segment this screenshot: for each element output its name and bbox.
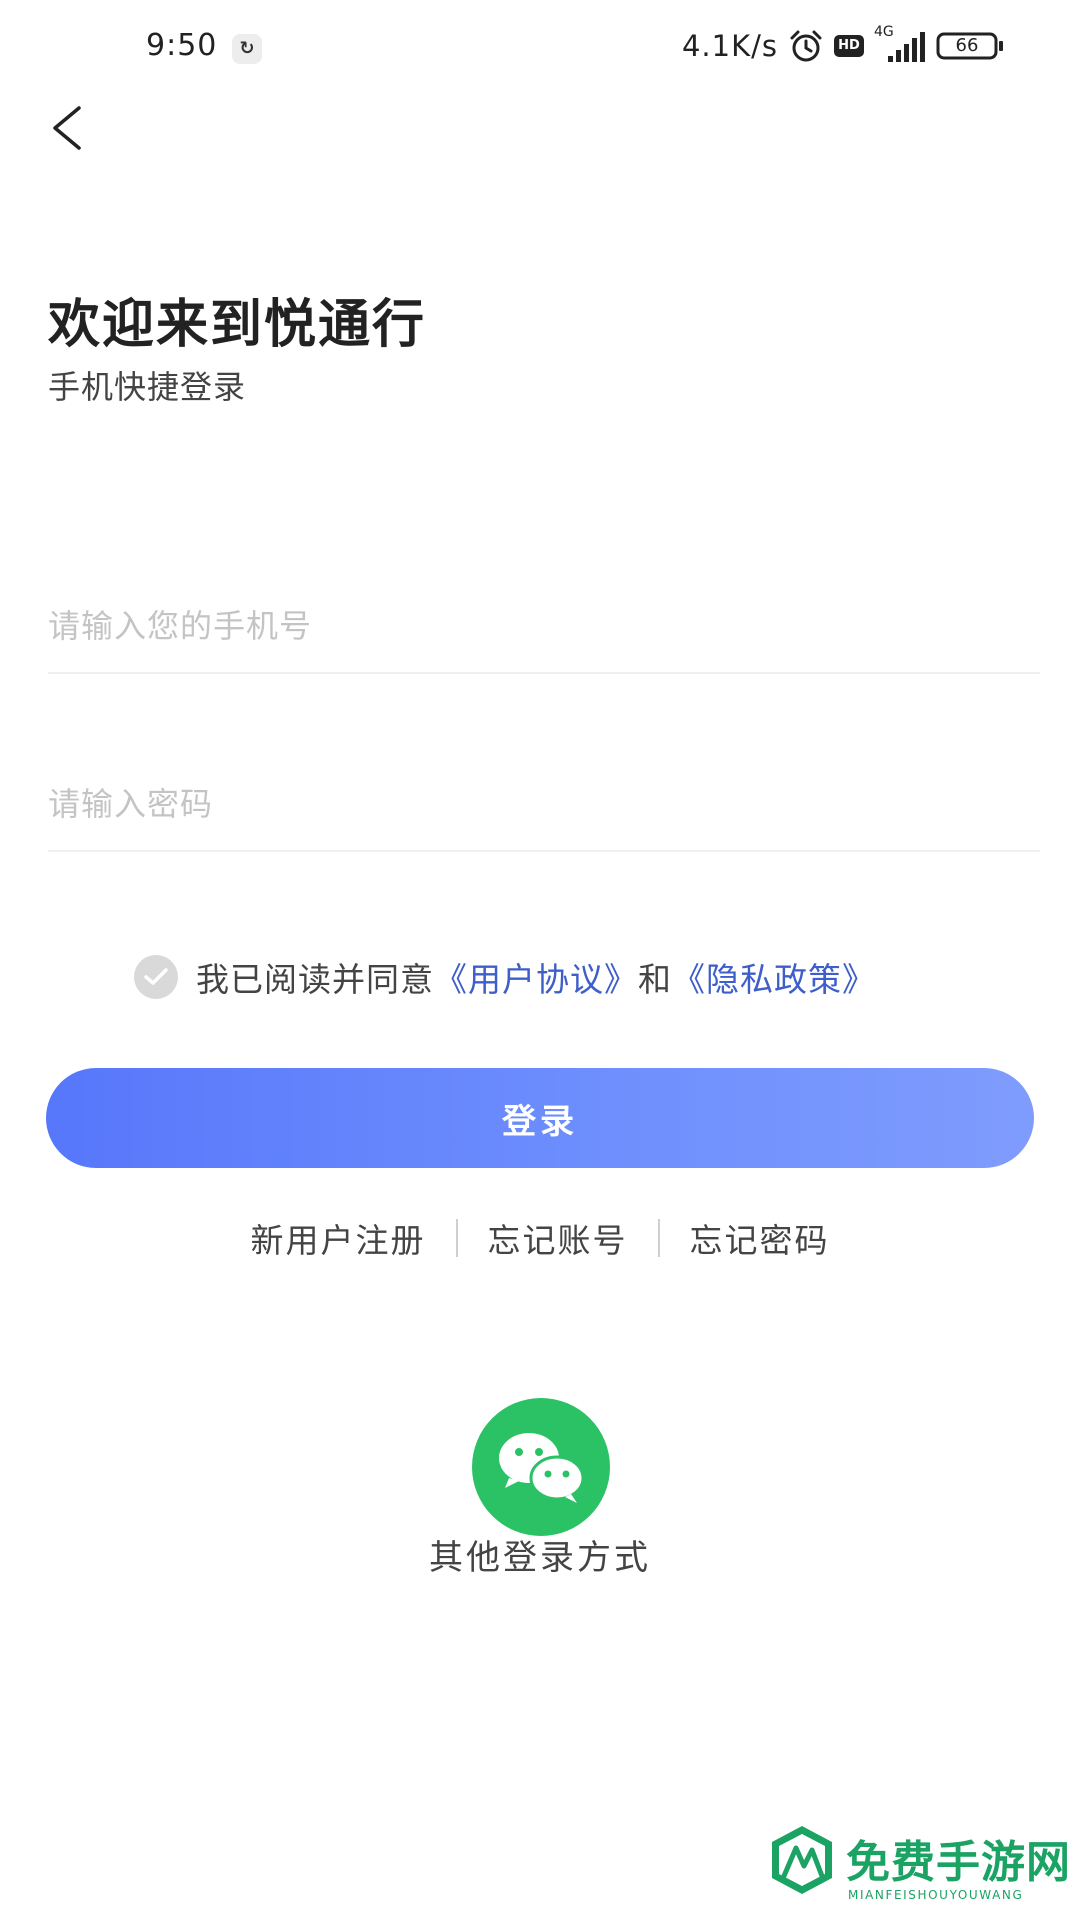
alarm-icon xyxy=(788,29,824,63)
other-login-label: 其他登录方式 xyxy=(429,1538,651,1578)
wechat-icon xyxy=(499,1433,585,1503)
status-time: 9:50 xyxy=(146,28,218,63)
watermark: 免费手游网 MIANFEISHOUYOUWANG xyxy=(766,1810,1070,1920)
agreement-and: 和 xyxy=(638,960,672,999)
battery-icon: 66 xyxy=(936,31,1006,61)
watermark-logo xyxy=(772,1826,832,1894)
password-field xyxy=(48,760,1040,852)
network-speed: 4.1K/s xyxy=(681,29,778,63)
battery-level: 66 xyxy=(955,35,979,56)
account-links: 新用户注册 忘记账号 忘记密码 xyxy=(0,1210,1080,1266)
phone-input[interactable] xyxy=(48,582,1040,670)
link-divider xyxy=(455,1219,458,1257)
link-divider xyxy=(657,1219,660,1257)
forgot-account-link[interactable]: 忘记账号 xyxy=(488,1214,628,1262)
privacy-policy-link[interactable]: 《隐私政策》 xyxy=(672,953,876,1001)
forgot-password-link[interactable]: 忘记密码 xyxy=(690,1214,830,1262)
hd-badge: HD xyxy=(834,35,864,57)
check-icon xyxy=(144,968,168,985)
wechat-login-button[interactable] xyxy=(472,1398,610,1536)
signal-icon: 4G xyxy=(874,24,926,64)
agreement-prefix: 我已阅读并同意 xyxy=(196,960,434,999)
agreement-row: 我已阅读并同意 《用户协议》 和 《隐私政策》 xyxy=(134,952,876,1002)
agreement-checkbox[interactable] xyxy=(134,955,178,999)
page-title: 欢迎来到悦通行 xyxy=(48,295,427,355)
user-agreement-link[interactable]: 《用户协议》 xyxy=(434,953,638,1001)
watermark-subtitle: MIANFEISHOUYOUWANG xyxy=(848,1888,1024,1902)
status-bar: 9:50 ↻ 4.1K/s HD 4G 66 xyxy=(0,0,1080,96)
status-app-icon: ↻ xyxy=(232,34,262,64)
back-button[interactable] xyxy=(42,100,90,156)
watermark-title: 免费手游网 xyxy=(846,1837,1071,1888)
page-subtitle: 手机快捷登录 xyxy=(48,368,247,406)
status-indicators: 4.1K/s HD 4G 66 xyxy=(681,24,1006,66)
phone-field xyxy=(48,582,1040,674)
register-link[interactable]: 新用户注册 xyxy=(251,1214,426,1262)
chevron-left-icon xyxy=(53,106,81,150)
password-input[interactable] xyxy=(48,760,1040,848)
login-button[interactable]: 登录 xyxy=(46,1068,1034,1168)
